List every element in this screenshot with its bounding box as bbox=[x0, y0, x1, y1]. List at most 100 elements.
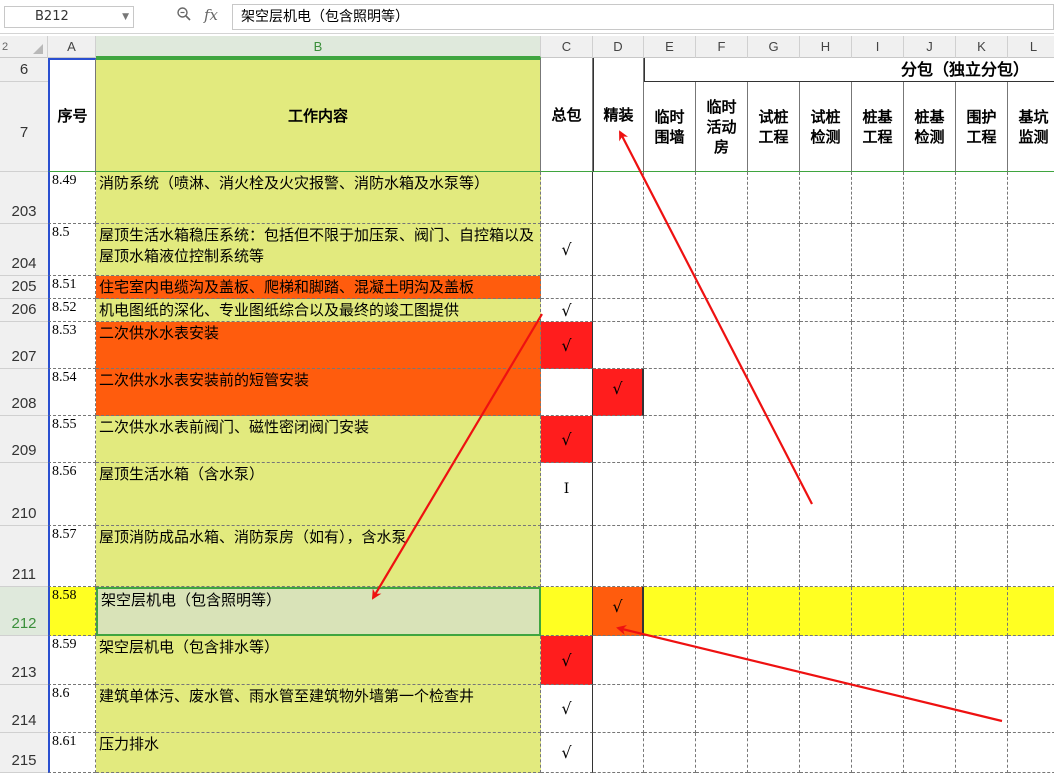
cell-subcontract[interactable] bbox=[644, 416, 696, 463]
cell-subcontract[interactable] bbox=[1008, 369, 1054, 416]
row-header-6[interactable]: 6 bbox=[0, 58, 48, 82]
cell-subcontract[interactable] bbox=[904, 463, 956, 526]
cell-subcontract[interactable] bbox=[852, 587, 904, 636]
cell-general[interactable] bbox=[541, 369, 593, 416]
row-header-211[interactable]: 211 bbox=[0, 526, 48, 587]
cell-fitout[interactable] bbox=[593, 224, 644, 276]
cell-subcontract[interactable] bbox=[696, 416, 748, 463]
cell-subcontract[interactable] bbox=[800, 526, 852, 587]
cell-seq[interactable]: 8.61 bbox=[48, 733, 96, 773]
cell-work-content[interactable]: 住宅室内电缆沟及盖板、爬梯和脚踏、混凝土明沟及盖板 bbox=[96, 276, 541, 299]
cell-subcontract[interactable] bbox=[644, 733, 696, 773]
cell-subcontract[interactable] bbox=[956, 172, 1008, 224]
cell-subcontract[interactable] bbox=[904, 526, 956, 587]
cell-seq[interactable]: 8.59 bbox=[48, 636, 96, 685]
cell-subcontract[interactable] bbox=[748, 416, 800, 463]
cell-seq[interactable]: 8.52 bbox=[48, 299, 96, 322]
cell-subcontract[interactable] bbox=[904, 636, 956, 685]
cell-subcontract[interactable] bbox=[696, 276, 748, 299]
cell-subcontract[interactable] bbox=[1008, 322, 1054, 369]
cell-subcontract[interactable] bbox=[852, 224, 904, 276]
cell-subcontract[interactable] bbox=[956, 685, 1008, 733]
cell-work-content[interactable]: 屋顶消防成品水箱、消防泵房（如有），含水泵 bbox=[96, 526, 541, 587]
cell-subcontract[interactable] bbox=[1008, 733, 1054, 773]
cell-fitout[interactable] bbox=[593, 463, 644, 526]
cell-fitout[interactable] bbox=[593, 172, 644, 224]
row-header-207[interactable]: 207 bbox=[0, 322, 48, 369]
cell-subcontract[interactable] bbox=[644, 685, 696, 733]
cell-subcontract[interactable] bbox=[696, 685, 748, 733]
cell-subcontract[interactable] bbox=[1008, 463, 1054, 526]
cell-general[interactable]: √ bbox=[541, 416, 593, 463]
row-header-215[interactable]: 215 bbox=[0, 733, 48, 773]
cell-general[interactable] bbox=[541, 276, 593, 299]
cell-subcontract[interactable] bbox=[800, 463, 852, 526]
cell-subcontract[interactable] bbox=[644, 276, 696, 299]
row-header-204[interactable]: 204 bbox=[0, 224, 48, 276]
chevron-down-icon[interactable]: ▼ bbox=[122, 7, 129, 27]
cell-subcontract[interactable] bbox=[696, 224, 748, 276]
cell-general[interactable] bbox=[541, 587, 593, 636]
column-header-b[interactable]: B bbox=[96, 36, 541, 58]
cell-work-content[interactable]: 建筑单体污、废水管、雨水管至建筑物外墙第一个检查井 bbox=[96, 685, 541, 733]
row-header-214[interactable]: 214 bbox=[0, 685, 48, 733]
cell-subcontract[interactable] bbox=[800, 276, 852, 299]
row-header-205[interactable]: 205 bbox=[0, 276, 48, 299]
cell-subcontract[interactable] bbox=[800, 416, 852, 463]
cell-work-content[interactable]: 架空层机电（包含排水等） bbox=[96, 636, 541, 685]
cell-subcontract[interactable] bbox=[696, 322, 748, 369]
column-header-j[interactable]: J bbox=[904, 36, 956, 58]
cell-subcontract[interactable] bbox=[852, 733, 904, 773]
row-header-212[interactable]: 212 bbox=[0, 587, 48, 636]
cell-work-content[interactable]: 压力排水 bbox=[96, 733, 541, 773]
cell-work-content[interactable]: 屋顶生活水箱（含水泵） bbox=[96, 463, 541, 526]
cell-subcontract[interactable] bbox=[956, 526, 1008, 587]
cell-subcontract[interactable] bbox=[644, 636, 696, 685]
cell-subcontract[interactable] bbox=[956, 587, 1008, 636]
cell-subcontract[interactable] bbox=[696, 636, 748, 685]
cell-subcontract[interactable] bbox=[696, 526, 748, 587]
cell-subcontract[interactable] bbox=[1008, 299, 1054, 322]
cell-seq[interactable]: 8.6 bbox=[48, 685, 96, 733]
cell-fitout[interactable] bbox=[593, 526, 644, 587]
cell-subcontract[interactable] bbox=[800, 685, 852, 733]
cell-subcontract[interactable] bbox=[904, 587, 956, 636]
cell-subcontract[interactable] bbox=[748, 685, 800, 733]
cell-general[interactable]: √ bbox=[541, 299, 593, 322]
cell-work-content[interactable]: 机电图纸的深化、专业图纸综合以及最终的竣工图提供 bbox=[96, 299, 541, 322]
cell-subcontract[interactable] bbox=[644, 369, 696, 416]
cell-work-content[interactable]: 二次供水水表前阀门、磁性密闭阀门安装 bbox=[96, 416, 541, 463]
cell-subcontract[interactable] bbox=[852, 369, 904, 416]
cell-subcontract[interactable] bbox=[748, 369, 800, 416]
column-header-f[interactable]: F bbox=[696, 36, 748, 58]
cell-subcontract[interactable] bbox=[696, 463, 748, 526]
row-header-206[interactable]: 206 bbox=[0, 299, 48, 322]
cell-subcontract[interactable] bbox=[800, 322, 852, 369]
cell-work-content[interactable]: 架空层机电（包含照明等） bbox=[96, 587, 541, 636]
cell-subcontract[interactable] bbox=[644, 299, 696, 322]
column-header-l[interactable]: L bbox=[1008, 36, 1054, 58]
cell-seq[interactable]: 8.5 bbox=[48, 224, 96, 276]
cell-fitout[interactable] bbox=[593, 322, 644, 369]
select-all-corner[interactable]: 2 bbox=[0, 36, 48, 58]
cell-subcontract[interactable] bbox=[904, 322, 956, 369]
cell-subcontract[interactable] bbox=[748, 276, 800, 299]
cell-work-content[interactable]: 屋顶生活水箱稳压系统：包括但不限于加压泵、阀门、自控箱以及屋顶水箱液位控制系统等 bbox=[96, 224, 541, 276]
cell-fitout[interactable] bbox=[593, 733, 644, 773]
cell-subcontract[interactable] bbox=[904, 416, 956, 463]
cell-work-content[interactable]: 消防系统（喷淋、消火栓及火灾报警、消防水箱及水泵等） bbox=[96, 172, 541, 224]
cell-seq[interactable]: 8.51 bbox=[48, 276, 96, 299]
cell-subcontract[interactable] bbox=[748, 733, 800, 773]
cell-subcontract[interactable] bbox=[852, 276, 904, 299]
cell-subcontract[interactable] bbox=[644, 322, 696, 369]
column-header-i[interactable]: I bbox=[852, 36, 904, 58]
cell-subcontract[interactable] bbox=[800, 299, 852, 322]
cell-subcontract[interactable] bbox=[696, 172, 748, 224]
cell-subcontract[interactable] bbox=[748, 463, 800, 526]
cell-general[interactable]: √ bbox=[541, 322, 593, 369]
cell-subcontract[interactable] bbox=[956, 224, 1008, 276]
cell-subcontract[interactable] bbox=[904, 369, 956, 416]
cell-subcontract[interactable] bbox=[748, 587, 800, 636]
cell-subcontract[interactable] bbox=[956, 299, 1008, 322]
cell-subcontract[interactable] bbox=[696, 587, 748, 636]
